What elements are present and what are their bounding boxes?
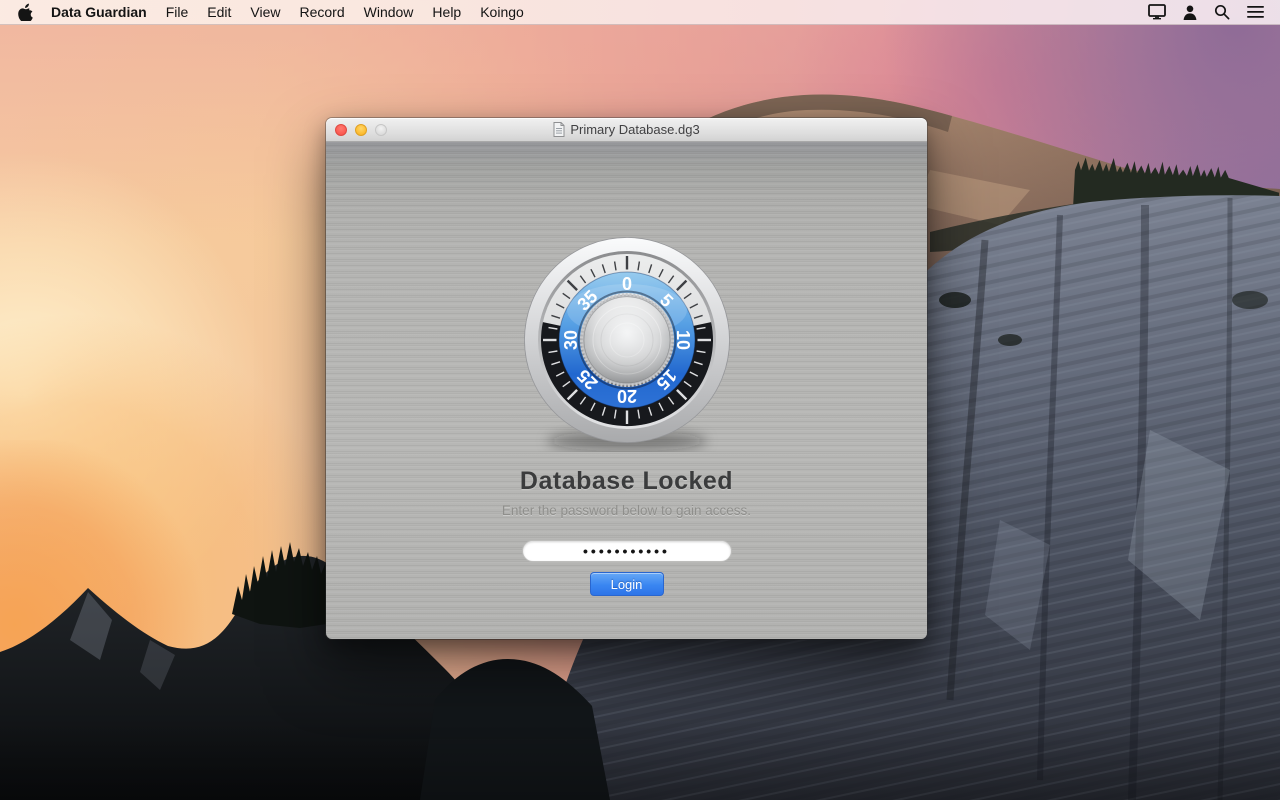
login-button[interactable]: Login xyxy=(590,572,664,596)
menu-koingo[interactable]: Koingo xyxy=(480,4,524,20)
display-icon[interactable] xyxy=(1148,4,1166,20)
password-input[interactable] xyxy=(522,540,732,562)
menu-record[interactable]: Record xyxy=(299,4,344,20)
combination-lock-dial: 0 5 10 15 20 25 30 35 xyxy=(521,234,733,452)
locked-heading: Database Locked xyxy=(326,467,927,496)
user-icon[interactable] xyxy=(1183,5,1197,20)
menu-bar: Data Guardian File Edit View Record Wind… xyxy=(0,0,1280,25)
notification-list-icon[interactable] xyxy=(1247,5,1264,19)
menu-help[interactable]: Help xyxy=(432,4,461,20)
locked-subheading: Enter the password below to gain access. xyxy=(326,503,927,518)
menu-view[interactable]: View xyxy=(250,4,280,20)
zoom-button-disabled xyxy=(375,124,387,136)
window-title: Primary Database.dg3 xyxy=(570,122,699,137)
menu-file[interactable]: File xyxy=(166,4,189,20)
data-guardian-window: Primary Database.dg3 xyxy=(326,118,927,639)
apple-menu[interactable] xyxy=(18,3,33,21)
minimize-button[interactable] xyxy=(355,124,367,136)
window-content: 0 5 10 15 20 25 30 35 Database Locked En… xyxy=(326,142,927,639)
document-proxy-icon xyxy=(553,122,565,137)
close-button[interactable] xyxy=(335,124,347,136)
window-titlebar[interactable]: Primary Database.dg3 xyxy=(326,118,927,142)
apple-icon xyxy=(18,3,33,21)
menu-edit[interactable]: Edit xyxy=(207,4,231,20)
menu-window[interactable]: Window xyxy=(364,4,414,20)
search-icon[interactable] xyxy=(1214,4,1230,20)
menu-app-name[interactable]: Data Guardian xyxy=(51,4,147,20)
